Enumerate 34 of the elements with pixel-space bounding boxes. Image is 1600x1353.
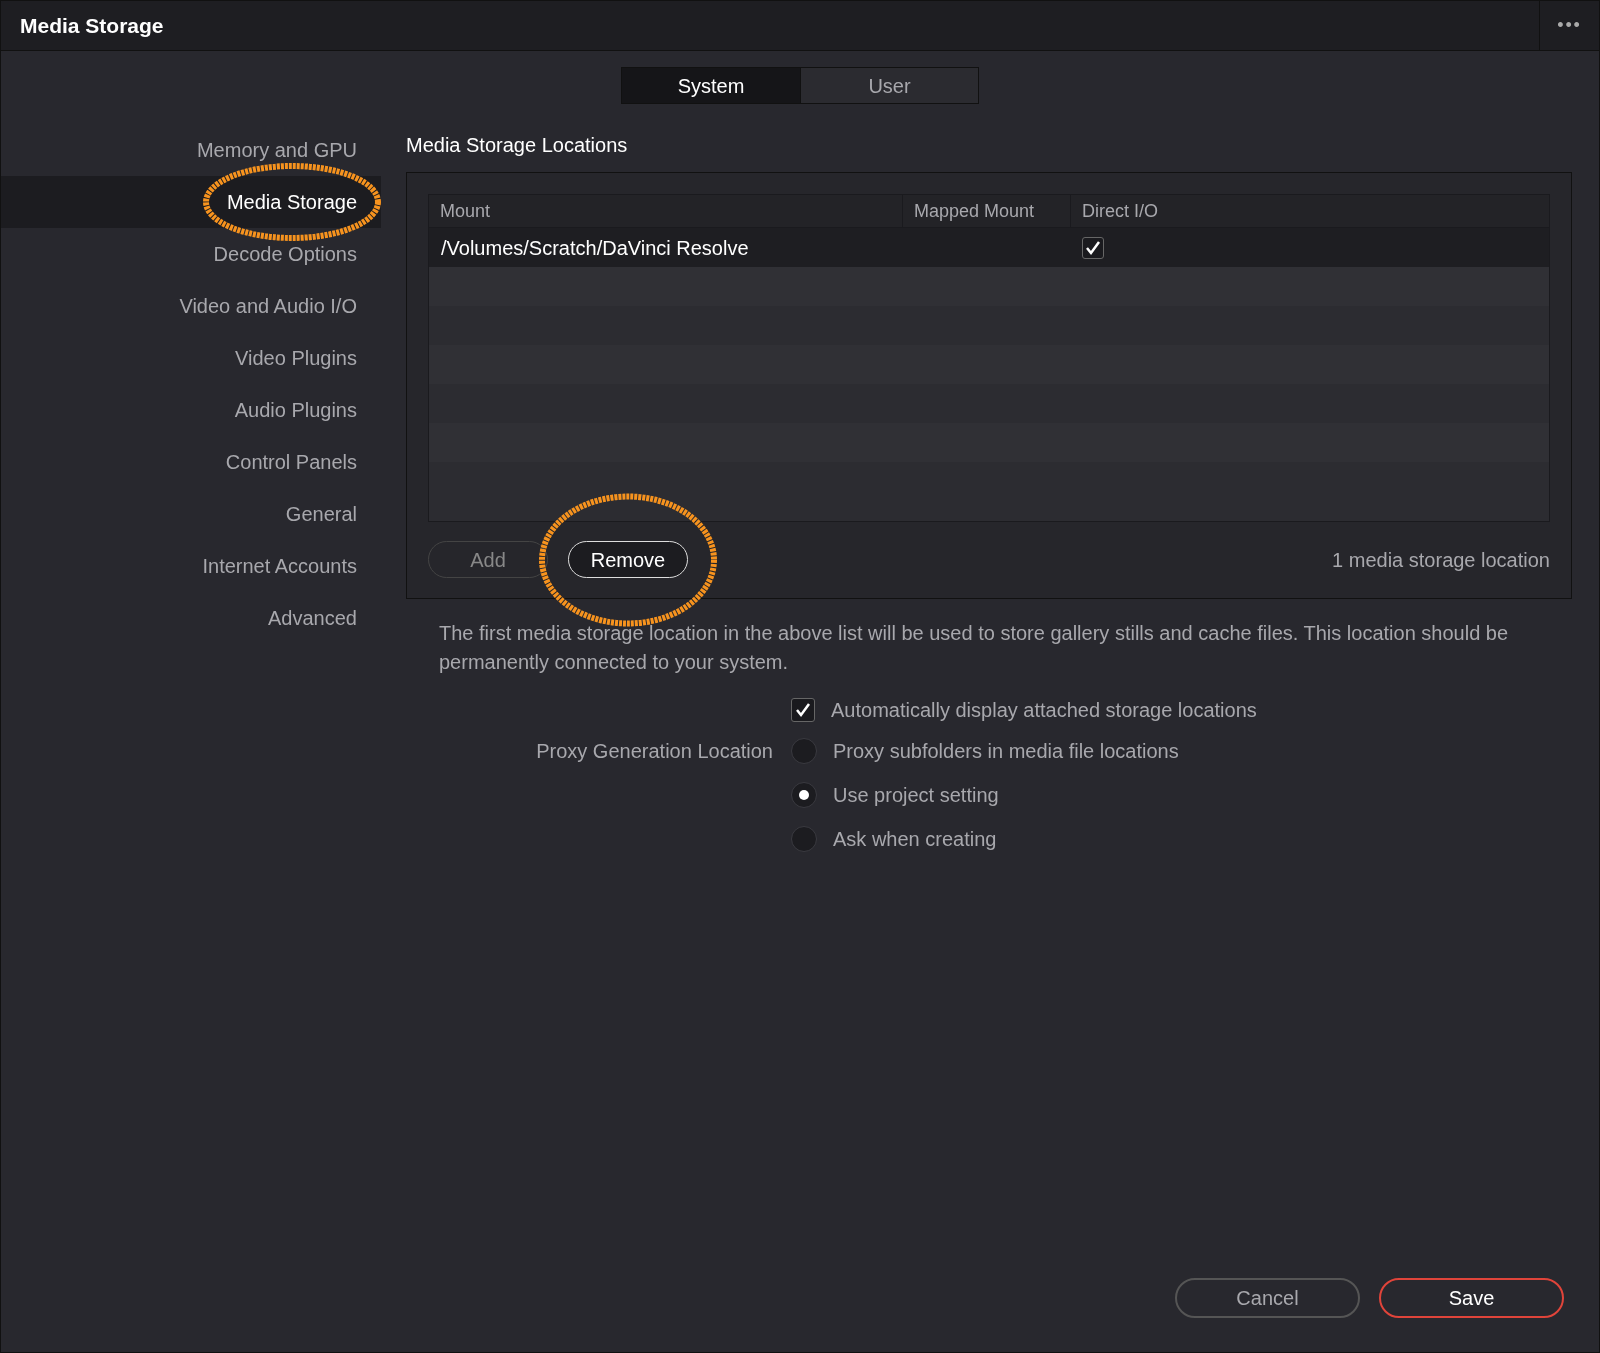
- more-options-button[interactable]: •••: [1539, 1, 1599, 50]
- sidebar-item[interactable]: Audio Plugins: [234, 399, 357, 421]
- sidebar-item[interactable]: Video and Audio I/O: [179, 295, 357, 317]
- list-button[interactable]: Remove: [568, 541, 688, 578]
- location-count: 1 media storage location: [1332, 547, 1550, 573]
- column-header: Mapped Mount: [914, 199, 1035, 223]
- radio-button[interactable]: [791, 826, 817, 852]
- dialog-button[interactable]: Save: [1379, 1278, 1564, 1318]
- radio-label: Proxy subfolders in media file locations: [833, 739, 1179, 764]
- section-title: Media Storage Locations: [406, 133, 629, 158]
- proxy-label: Proxy Generation Location: [536, 739, 773, 764]
- table-row[interactable]: /Volumes/Scratch/DaVinci Resolve: [429, 228, 1549, 267]
- checkbox[interactable]: [791, 698, 815, 722]
- sidebar-item[interactable]: Video Plugins: [235, 347, 357, 369]
- radio-label: Use project setting: [833, 783, 999, 808]
- radio-label: Ask when creating: [833, 827, 997, 852]
- sidebar-item[interactable]: General: [285, 503, 357, 525]
- mount-path: /Volumes/Scratch/DaVinci Resolve: [441, 236, 749, 259]
- column-header: Direct I/O: [1082, 199, 1158, 223]
- sidebar-item[interactable]: Control Panels: [225, 451, 357, 473]
- column-header: Mount: [440, 199, 491, 223]
- radio-button[interactable]: [791, 738, 817, 764]
- direct-io-checkbox[interactable]: [1082, 236, 1104, 259]
- checkbox-label: Automatically display attached storage locations: [831, 698, 1257, 723]
- sidebar-item[interactable]: Memory and GPU: [196, 139, 357, 161]
- tab[interactable]: System: [622, 68, 800, 103]
- sidebar-item[interactable]: Advanced: [268, 607, 357, 629]
- checkmark-icon: [794, 701, 812, 719]
- radio-button[interactable]: [791, 782, 817, 808]
- sidebar-item[interactable]: Decode Options: [213, 243, 357, 265]
- window-title: Media Storage: [20, 12, 164, 39]
- dialog-button[interactable]: Cancel: [1175, 1278, 1360, 1318]
- storage-note: The first media storage location in the above list will be used to store gallery stills and cache files. This location should be permanently connected to your system.: [439, 621, 1510, 675]
- sidebar-item[interactable]: Internet Accounts: [202, 555, 357, 577]
